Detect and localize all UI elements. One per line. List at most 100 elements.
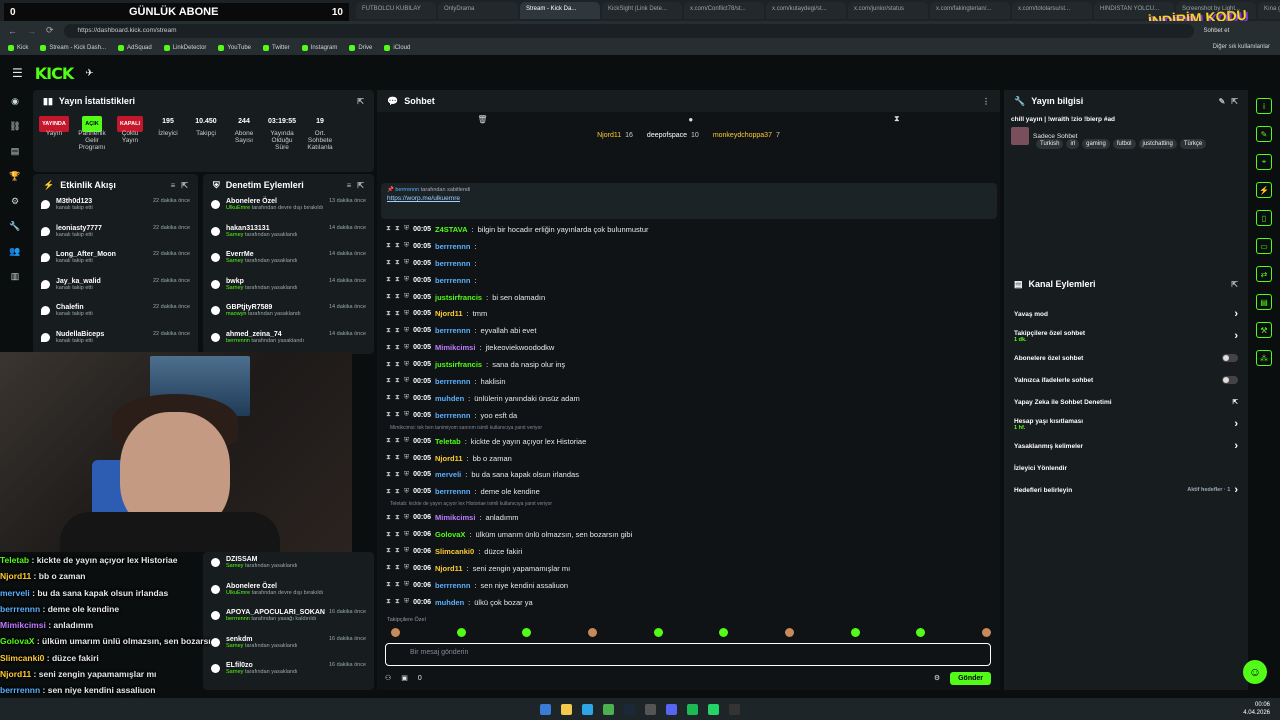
forward-icon[interactable]: → (27, 26, 36, 36)
bolt-icon[interactable]: ⚡ (1256, 182, 1272, 198)
browser-tab[interactable]: x.com/totolarsu/st... (1012, 2, 1092, 19)
stream-icon[interactable]: ◉ (11, 96, 19, 107)
stream-tag[interactable]: irl (1066, 139, 1080, 149)
chat-button[interactable]: Sohbet et (1204, 28, 1230, 34)
hourglass-icon[interactable]: ⧗ (386, 488, 391, 496)
bookmark-item[interactable]: YouTube (218, 44, 251, 51)
message-user[interactable]: berrrennn (435, 581, 470, 590)
timeout-icon[interactable]: ⧗ (395, 471, 400, 479)
bookmark-item[interactable]: Twitter (263, 44, 290, 51)
message-user[interactable]: Njord11 (435, 309, 463, 318)
bookmark-item[interactable]: Stream - Kick Dash... (40, 44, 106, 51)
stream-tag[interactable]: Turkish (1036, 139, 1064, 149)
message-user[interactable]: justsirfrancis (435, 360, 482, 369)
timeout-icon[interactable]: ⧗ (395, 361, 400, 369)
hourglass-icon[interactable]: ⧗ (386, 581, 391, 589)
bubble-icon[interactable]: ● (688, 115, 693, 124)
emote-icon[interactable] (522, 628, 532, 637)
swap-icon[interactable]: ⇄ (1256, 266, 1272, 282)
menu-icon[interactable]: ☰ (12, 66, 23, 80)
chat-message[interactable]: ⧗ ⧗ ⛨ 00:05 justsirfrancis: sana da nasip olu… (386, 356, 996, 373)
bookmark-item[interactable]: iCloud (384, 44, 410, 51)
gear-icon[interactable]: ⚙ (11, 196, 19, 207)
timeout-icon[interactable]: ⧗ (395, 242, 400, 250)
file-explorer-icon[interactable] (561, 703, 572, 715)
trophy-icon[interactable]: 🏆 (9, 171, 20, 182)
users-icon[interactable]: 👥 (9, 246, 20, 257)
chat-message[interactable]: ⧗ ⧗ ⛨ 00:05 justsirfrancis: bi sen olamadın (386, 289, 996, 306)
message-user[interactable]: Z4STAVA (435, 225, 468, 234)
url-input[interactable]: https://dashboard.kick.com/stream (63, 23, 1194, 38)
chat-message[interactable]: ⧗ ⧗ ⛨ 00:05 Z4STAVA: bilgin bir hocadır erliğ… (386, 221, 996, 238)
card-icon[interactable]: ▤ (1256, 294, 1272, 310)
popout-icon[interactable]: ⇱ (357, 181, 364, 190)
hourglass-icon[interactable]: ⧗ (386, 564, 391, 572)
message-user[interactable]: Mimikcimsi (435, 513, 475, 522)
emote-icon[interactable] (653, 628, 663, 637)
hourglass-icon[interactable]: ⧗ (386, 531, 391, 539)
timeout-icon[interactable]: ⧗ (395, 293, 400, 301)
toggle-switch[interactable] (1222, 376, 1238, 384)
ban-icon[interactable]: ⛨ (404, 394, 409, 402)
message-user[interactable]: justsirfrancis (435, 293, 482, 302)
timeout-icon[interactable]: ⧗ (395, 276, 400, 284)
ban-icon[interactable]: ⛨ (404, 471, 409, 479)
stream-tag[interactable]: Türkçe (1179, 139, 1207, 149)
timeout-icon[interactable]: ⧗ (395, 394, 400, 402)
browser-tab[interactable]: KickSight (Link Dete... (602, 2, 682, 19)
channel-action-chevron[interactable]: Hedefleri belirleyin Aktif hedefler · 1 › (1004, 479, 1248, 501)
ban-icon[interactable]: ⛨ (404, 259, 409, 267)
chat-message[interactable]: ⧗ ⧗ ⛨ 00:05 berrrennn: haklisin (386, 373, 996, 390)
chat-message[interactable]: ⧗ ⧗ ⛨ 00:06 muhden: ülkü çok bozar ya (386, 594, 996, 611)
chat-message[interactable]: ⧗ ⧗ ⛨ 00:06 Njord11: seni zengin yapamamışlar… (386, 560, 996, 577)
obs-icon[interactable] (729, 703, 740, 715)
chat-message[interactable]: ⧗ ⧗ ⛨ 00:05 berrrennn: (386, 255, 996, 272)
ban-icon[interactable]: ⛨ (404, 293, 409, 301)
target-icon[interactable]: ⌖ (1256, 154, 1272, 170)
chat-message[interactable]: ⧗ ⧗ ⛨ 00:05 Mimikcimsi: jtekeoviekwoododkw (386, 339, 996, 356)
discord-icon[interactable] (666, 703, 677, 715)
message-user[interactable]: berrrennn (435, 411, 470, 420)
hourglass-icon[interactable]: ⧗ (386, 344, 391, 352)
reload-icon[interactable]: ⟳ (46, 25, 54, 36)
pen-icon[interactable]: ✎ (1256, 126, 1272, 142)
hourglass-icon[interactable]: ⧗ (386, 471, 391, 479)
users-icon[interactable]: ⚇ (385, 674, 391, 682)
message-user[interactable]: berrrennn (435, 276, 470, 285)
chat-message[interactable]: ⧗ ⧗ ⛨ 00:06 GolovaX: ülküm umarım ünlü olmazs… (386, 526, 996, 543)
hourglass-icon[interactable]: ⧗ (386, 327, 391, 335)
browser-tab[interactable]: x.com/fakingterian/... (930, 2, 1010, 19)
message-user[interactable]: muhden (435, 394, 464, 403)
hourglass-icon[interactable]: ⧗ (386, 225, 391, 233)
popout-icon[interactable]: ⇱ (1231, 97, 1238, 106)
timeout-icon[interactable]: ⧗ (395, 547, 400, 555)
timeout-icon[interactable]: ⧗ (395, 344, 400, 352)
hourglass-icon[interactable]: ⧗ (386, 437, 391, 445)
ban-icon[interactable]: ⛨ (404, 531, 409, 539)
hourglass-icon[interactable]: ⧗ (386, 293, 391, 301)
message-user[interactable]: muhden (435, 598, 464, 607)
edge-icon[interactable] (582, 703, 593, 715)
browser-tab[interactable]: Stream - Kick Da... (520, 2, 600, 19)
timeout-icon[interactable]: ⧗ (395, 514, 400, 522)
chat-message[interactable]: ⧗ ⧗ ⛨ 00:05 berrrennn: (386, 272, 996, 289)
popout-icon[interactable]: ⇱ (181, 181, 188, 190)
ban-icon[interactable]: ⛨ (404, 377, 409, 385)
emote-icon[interactable] (456, 628, 466, 637)
timeout-icon[interactable]: ⧗ (395, 454, 400, 462)
hourglass-icon[interactable]: ⧗ (386, 361, 391, 369)
wrench-icon[interactable]: 🔧 (9, 221, 20, 232)
ban-icon[interactable]: ⛨ (404, 547, 409, 555)
chat-message[interactable]: ⧗ ⧗ ⛨ 00:05 berrrennn: eyvallah abi evet (386, 322, 996, 339)
ban-icon[interactable]: ⛨ (404, 411, 409, 419)
floating-chat-button[interactable]: ☺ (1243, 660, 1267, 684)
bookmark-item[interactable]: AdSquad (118, 44, 152, 51)
bookmark-item[interactable]: Instagram (301, 44, 337, 51)
emote-icon[interactable] (784, 628, 794, 637)
browser-tab[interactable]: Kına gecesinden ilgi... (1258, 2, 1280, 19)
emote-icon[interactable] (981, 628, 991, 637)
timeout-icon[interactable]: ⧗ (395, 598, 400, 606)
timeout-icon[interactable]: ⧗ (395, 327, 400, 335)
channel-action-chevron[interactable]: Hesap yaşı kısıtlaması 1 hf. › (1004, 413, 1248, 435)
chat-message[interactable]: ⧗ ⧗ ⛨ 00:05 Njord11: tmm (386, 305, 996, 322)
